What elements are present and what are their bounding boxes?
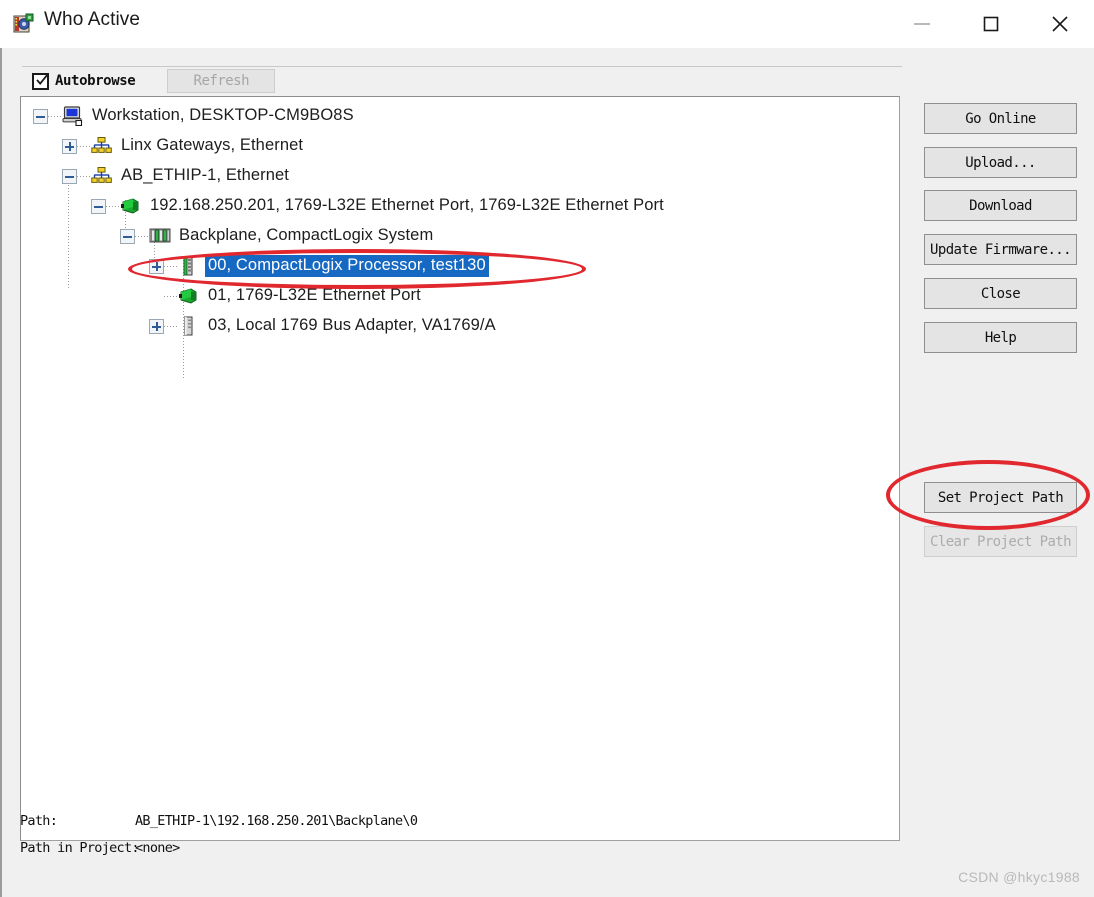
title-bar: Who Active: [0, 0, 1094, 49]
tree-node-workstation[interactable]: Workstation, DESKTOP-CM9BO8S: [33, 103, 357, 129]
window-title: Who Active: [44, 9, 141, 30]
tree-connector-dots: [164, 325, 177, 327]
checkmark-icon: [36, 74, 48, 85]
ethernet-port-green-icon: [178, 286, 200, 306]
clear-project-path-button[interactable]: Clear Project Path: [924, 526, 1077, 557]
autobrowse-row: Autobrowse Refresh: [32, 69, 276, 93]
workstation-computer-icon: [62, 106, 84, 127]
tree-node-compactlogix-processor[interactable]: 00, CompactLogix Processor, test130: [149, 253, 489, 279]
expander-plus-icon[interactable]: [149, 318, 164, 334]
network-hub-yellow-icon: [91, 136, 113, 156]
path-in-project-label: Path in Project:: [20, 840, 140, 856]
expander-minus-icon[interactable]: [120, 228, 135, 244]
tree-node-backplane[interactable]: Backplane, CompactLogix System: [120, 223, 436, 249]
tree-node-label: 192.168.250.201, 1769-L32E Ethernet Port…: [150, 196, 664, 214]
backplane-chassis-icon: [149, 226, 171, 246]
ethernet-port-green-icon: [120, 196, 142, 216]
rslinx-who-active-icon: [12, 12, 36, 36]
expander-plus-icon[interactable]: [62, 138, 77, 154]
bus-adapter-module-icon: [178, 316, 200, 336]
watermark-text: CSDN @hkyc1988: [958, 869, 1080, 885]
tree-node-label: Workstation, DESKTOP-CM9BO8S: [92, 106, 354, 124]
tree-connector-dots: [106, 205, 119, 207]
expander-minus-icon[interactable]: [62, 168, 77, 184]
autobrowse-checkbox[interactable]: [32, 72, 49, 90]
tree-connector-dots: [135, 235, 148, 237]
close-icon[interactable]: [1025, 0, 1094, 48]
update-firmware-button[interactable]: Update Firmware...: [924, 234, 1077, 265]
tree-connector-dots: [164, 295, 177, 297]
tree-connector-dots: [77, 145, 90, 147]
who-active-dialog: Who Active Autobrowse Refresh Workstatio…: [0, 0, 1094, 897]
dialog-content: Autobrowse Refresh Workstation, DESKTOP-…: [0, 48, 1094, 897]
processor-module-icon: [178, 256, 200, 276]
tree-node-bus-adapter-03[interactable]: 03, Local 1769 Bus Adapter, VA1769/A: [149, 313, 499, 339]
maximize-icon[interactable]: [956, 0, 1025, 48]
tree-connector-dots: [164, 265, 177, 267]
tree-connector-dots: [77, 175, 90, 177]
download-button[interactable]: Download: [924, 190, 1077, 221]
device-tree-panel[interactable]: Workstation, DESKTOP-CM9BO8S Linx Gatewa…: [20, 96, 900, 841]
tree-node-label: 01, 1769-L32E Ethernet Port: [208, 286, 421, 304]
tree-node-ab-ethip-1[interactable]: AB_ETHIP-1, Ethernet: [62, 163, 292, 189]
path-value: AB_ETHIP-1\192.168.250.201\Backplane\0: [135, 813, 418, 829]
tree-node-label: Backplane, CompactLogix System: [179, 226, 434, 244]
go-online-button[interactable]: Go Online: [924, 103, 1077, 134]
expander-plus-icon[interactable]: [149, 258, 164, 274]
window-controls: [887, 0, 1094, 48]
tree-node-ip-192-168-250-201[interactable]: 192.168.250.201, 1769-L32E Ethernet Port…: [91, 193, 667, 219]
minimize-icon[interactable]: [887, 0, 956, 48]
help-button[interactable]: Help: [924, 322, 1077, 353]
path-label: Path:: [20, 813, 58, 829]
upload-button[interactable]: Upload...: [924, 147, 1077, 178]
set-project-path-button[interactable]: Set Project Path: [924, 482, 1077, 513]
tree-node-linx-gateways[interactable]: Linx Gateways, Ethernet: [62, 133, 306, 159]
expander-minus-icon[interactable]: [91, 198, 106, 214]
tree-node-ethernet-port-01[interactable]: 01, 1769-L32E Ethernet Port: [149, 283, 424, 309]
expander-minus-icon[interactable]: [33, 108, 48, 124]
autobrowse-label: Autobrowse: [55, 73, 136, 89]
refresh-button[interactable]: Refresh: [167, 69, 276, 93]
top-separator: [22, 66, 902, 67]
tree-node-label: 00, CompactLogix Processor, test130: [205, 255, 489, 277]
network-hub-blue-icon: [91, 166, 113, 186]
close-button[interactable]: Close: [924, 278, 1077, 309]
tree-node-label: AB_ETHIP-1, Ethernet: [121, 166, 289, 184]
tree-node-label: Linx Gateways, Ethernet: [121, 136, 304, 154]
tree-connector-dots: [48, 115, 61, 117]
tree-node-label: 03, Local 1769 Bus Adapter, VA1769/A: [208, 316, 496, 334]
path-in-project-value: <none>: [135, 840, 180, 856]
